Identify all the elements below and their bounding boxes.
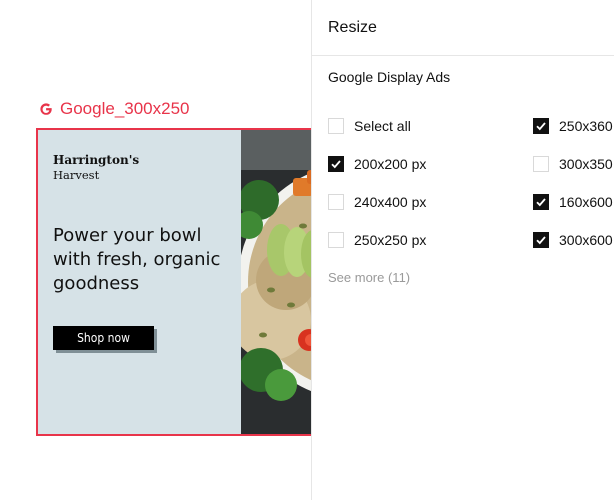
ad-size-label-text: Google_300x250 <box>60 99 190 118</box>
brand-subtitle: Harvest <box>53 168 100 182</box>
ad-size-label[interactable]: Google_300x250 <box>38 98 190 120</box>
checkbox-checked[interactable] <box>533 118 549 134</box>
see-more-link[interactable]: See more (11) <box>328 270 410 285</box>
google-g-icon <box>38 101 54 117</box>
checkmark-icon <box>536 236 546 245</box>
checkbox-checked[interactable] <box>328 156 344 172</box>
checkmark-icon <box>536 122 546 131</box>
panel-title: Resize <box>312 0 614 56</box>
option-240x400[interactable]: 240x400 px <box>328 194 426 210</box>
option-250x360[interactable]: 250x360 px <box>533 118 614 134</box>
option-label: Select all <box>354 118 411 134</box>
option-label: 200x200 px <box>354 156 427 172</box>
option-label: 240x400 px <box>354 194 427 210</box>
ad-text-area: Harrington's Harvest Power your bowl wit… <box>38 130 241 434</box>
checkmark-icon <box>536 198 546 207</box>
brand-name: Harrington's <box>53 153 140 167</box>
checkbox[interactable] <box>328 194 344 210</box>
ad-preview[interactable]: Harrington's Harvest Power your bowl wit… <box>36 128 336 436</box>
checkmark-icon <box>331 160 341 169</box>
brand-logo: Harrington's Harvest <box>53 153 139 183</box>
ad-headline: Power your bowl with fresh, organic good… <box>53 225 221 294</box>
option-label: 160x600 px <box>559 194 614 210</box>
section-title: Google Display Ads <box>328 69 451 85</box>
checkbox-checked[interactable] <box>533 232 549 248</box>
option-label: 300x600 px <box>559 232 614 248</box>
resize-panel: Resize Google Display Ads Select all 200… <box>311 0 614 500</box>
checkbox[interactable] <box>533 156 549 172</box>
option-160x600[interactable]: 160x600 px <box>533 194 614 210</box>
checkbox[interactable] <box>328 232 344 248</box>
option-label: 300x350 px <box>559 156 614 172</box>
checkbox[interactable] <box>328 118 344 134</box>
option-200x200[interactable]: 200x200 px <box>328 156 426 172</box>
checkbox-checked[interactable] <box>533 194 549 210</box>
option-300x350[interactable]: 300x350 px <box>533 156 614 172</box>
option-label: 250x360 px <box>559 118 614 134</box>
option-300x600[interactable]: 300x600 px <box>533 232 614 248</box>
option-label: 250x250 px <box>354 232 427 248</box>
option-250x250[interactable]: 250x250 px <box>328 232 426 248</box>
shop-now-button[interactable]: Shop now <box>53 326 154 350</box>
option-select-all[interactable]: Select all <box>328 118 411 134</box>
